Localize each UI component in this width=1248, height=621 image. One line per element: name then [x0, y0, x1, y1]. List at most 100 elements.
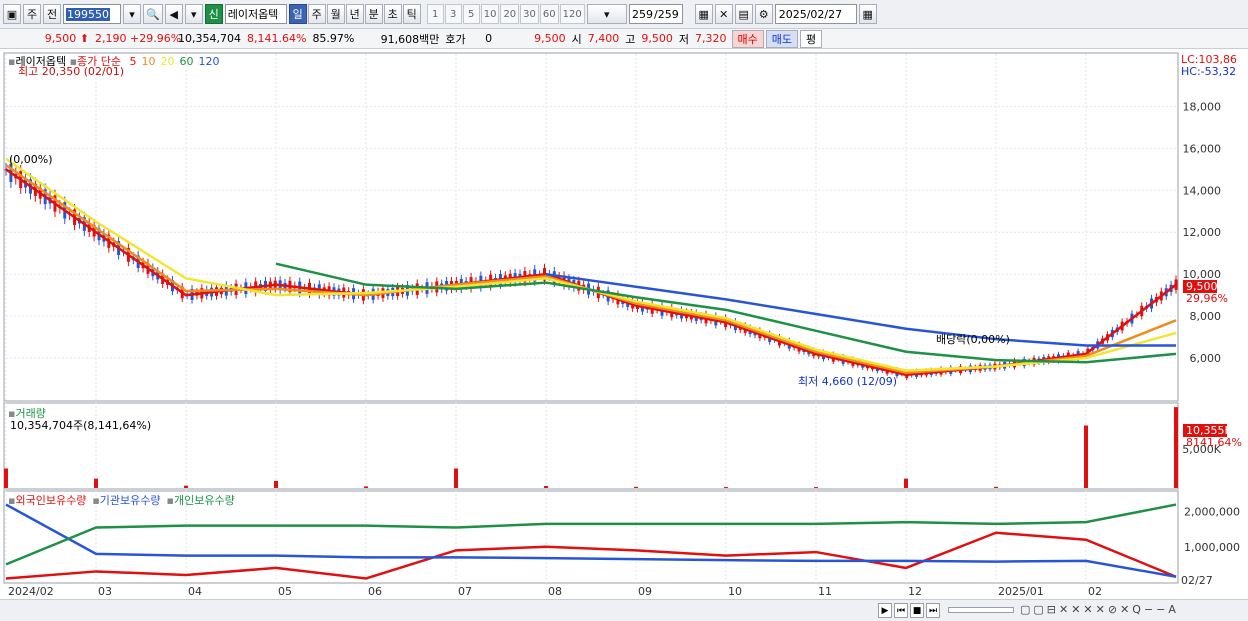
- stop-icon[interactable]: ■: [910, 603, 924, 618]
- ma-period-3: 60: [179, 55, 194, 68]
- volume-bar: [724, 487, 728, 488]
- period-tab-4[interactable]: 분: [364, 4, 383, 24]
- grid-icon[interactable]: ▦: [694, 4, 713, 24]
- x-tick-label: 10: [728, 585, 742, 598]
- volume-value: 10,354,704: [178, 32, 241, 45]
- x-tick-label: 07: [458, 585, 472, 598]
- x-tick-label: 02: [1088, 585, 1102, 598]
- holding-tick: 2,000,000: [1184, 506, 1240, 519]
- holding-tick: 1,000,000: [1184, 541, 1240, 554]
- save-icon[interactable]: ▤: [734, 4, 753, 24]
- interval-tab-5[interactable]: 30: [520, 4, 539, 24]
- gear-icon[interactable]: ⚙: [754, 4, 773, 24]
- search-icon[interactable]: 🔍: [143, 4, 163, 24]
- crosshair-icon[interactable]: ✕: [714, 4, 733, 24]
- legend-square-icon: ▪: [166, 494, 174, 507]
- interval-dropdown[interactable]: ▾: [586, 4, 627, 24]
- skip-back-icon[interactable]: ⏮: [894, 603, 908, 618]
- price-tick: 14,000: [1183, 184, 1222, 197]
- dropdown-icon[interactable]: ▾: [123, 4, 141, 24]
- stock-chart[interactable]: 6,0008,00010,00012,00014,00016,00018,000…: [0, 50, 1248, 621]
- interval-tab-1[interactable]: 3: [444, 4, 462, 24]
- play-icon[interactable]: ▶: [878, 603, 892, 618]
- interval-tab-4[interactable]: 20: [500, 4, 520, 24]
- x-tick-label: 05: [278, 585, 292, 598]
- hc-label: HC:-53,32: [1181, 65, 1236, 78]
- calendar-icon[interactable]: ▦: [858, 4, 877, 24]
- skip-forward-icon[interactable]: ⏭: [926, 603, 940, 618]
- price-legend: ▪레이저옵텍 ▪종가 단순 5 10 20 60 120: [8, 53, 220, 69]
- sell-button[interactable]: 매도: [765, 29, 799, 48]
- price-tick: 8,000: [1190, 310, 1222, 323]
- volume-pct: 8,141.64%: [247, 32, 307, 45]
- ma-label: 종가 단순: [77, 55, 122, 68]
- volume-bar: [274, 480, 278, 488]
- eval-button[interactable]: 평: [800, 29, 823, 48]
- legend-square-icon: ▪: [92, 494, 100, 507]
- x-tick-label: 06: [368, 585, 382, 598]
- speaker-icon[interactable]: ◀: [164, 4, 183, 24]
- high-label: 고: [625, 32, 636, 46]
- period-tab-3[interactable]: 년: [345, 4, 364, 24]
- price-y-axis: 6,0008,00010,00012,00014,00016,00018,000: [1183, 100, 1222, 365]
- stock-title: 레이저옵텍: [15, 55, 67, 68]
- change-value: 2,190 +29.96%: [95, 32, 182, 45]
- last-pct-label: 29,96%: [1186, 292, 1228, 305]
- interval-tab-7[interactable]: 120: [559, 4, 585, 24]
- low-price: 7,320: [695, 32, 727, 45]
- volume-bar: [1084, 425, 1088, 488]
- dropdown-icon[interactable]: ▾: [184, 4, 203, 24]
- x-tick-label: 12: [908, 585, 922, 598]
- interval-tab-2[interactable]: 5: [462, 4, 480, 24]
- volume-bar: [184, 485, 188, 488]
- interval-tab-0[interactable]: 1: [426, 4, 444, 24]
- period-tab-6[interactable]: 틱: [402, 4, 421, 24]
- volume-bar: [364, 486, 368, 488]
- new-badge: 신: [204, 4, 223, 24]
- low-label: 저: [678, 32, 690, 46]
- stock-code-input[interactable]: 199550: [63, 4, 121, 24]
- period-tab-1[interactable]: 주: [307, 4, 326, 24]
- bottom-navigation: ▶ ⏮ ■ ⏭ ▢▢⊟✕✕✕✕⊘✕Q−−A: [0, 599, 1248, 621]
- x-tick-label: 08: [548, 585, 562, 598]
- open-price: 7,400: [587, 32, 620, 45]
- ma-period-0: 5: [129, 55, 137, 68]
- x-tick-label: 2025/01: [998, 585, 1044, 598]
- volume-bar: [904, 478, 908, 488]
- volume-bar: [814, 487, 818, 488]
- volume-legend: ▪거래량: [8, 405, 46, 421]
- buy-button[interactable]: 매수: [731, 29, 764, 48]
- volume-bar: [1174, 407, 1178, 488]
- period-tab-2[interactable]: 월: [326, 4, 345, 24]
- stock-name-field: 레이저옵텍: [224, 4, 287, 24]
- hoga-label: 호가: [445, 32, 466, 46]
- period-tabs: 일주월년분초틱: [288, 4, 421, 24]
- x-axis: 2024/02 03 04 05 06 07 08 09 10 11 12 2025/01 02: [8, 585, 1102, 598]
- holding-legend: ▪외국인보유수량 ▪기관보유수량 ▪개인보유수량: [8, 492, 241, 508]
- up-arrow-icon: ⬆: [79, 32, 89, 45]
- volume-bar: [454, 468, 458, 488]
- holding-title-1: 기관보유수량: [99, 494, 161, 507]
- period-tab-0[interactable]: 일: [288, 4, 307, 24]
- period-tab-5[interactable]: 초: [383, 4, 402, 24]
- volume-bar: [634, 486, 638, 488]
- x-tick-label: 03: [98, 585, 112, 598]
- date-field[interactable]: 2025/02/27: [774, 4, 857, 24]
- open-label: 시: [571, 32, 582, 46]
- interval-tab-6[interactable]: 60: [539, 4, 559, 24]
- ma-period-2: 20: [160, 55, 175, 68]
- drawing-tools[interactable]: ▢▢⊟✕✕✕✕⊘✕Q−−A: [1020, 603, 1179, 616]
- holding-title-2: 개인보유수량: [173, 494, 235, 507]
- price-panel-frame: [3, 52, 1179, 402]
- price-tick: 6,000: [1190, 352, 1222, 365]
- data-count-field[interactable]: 259/259: [628, 4, 683, 24]
- prev-button[interactable]: 전: [43, 4, 61, 24]
- market-type-select[interactable]: 주: [23, 4, 41, 24]
- volume-bar: [4, 468, 8, 488]
- scroll-slider[interactable]: [948, 607, 1014, 613]
- high-price: 9,500: [641, 32, 673, 45]
- interval-tab-3[interactable]: 10: [480, 4, 500, 24]
- chart-toolbar: ▣ 주 전 199550 ▾ 🔍 ◀ ▾ 신 레이저옵텍 일주월년분초틱 135…: [0, 0, 1248, 29]
- trade-amount: 91,608백만: [380, 32, 440, 46]
- window-icon[interactable]: ▣: [3, 4, 21, 24]
